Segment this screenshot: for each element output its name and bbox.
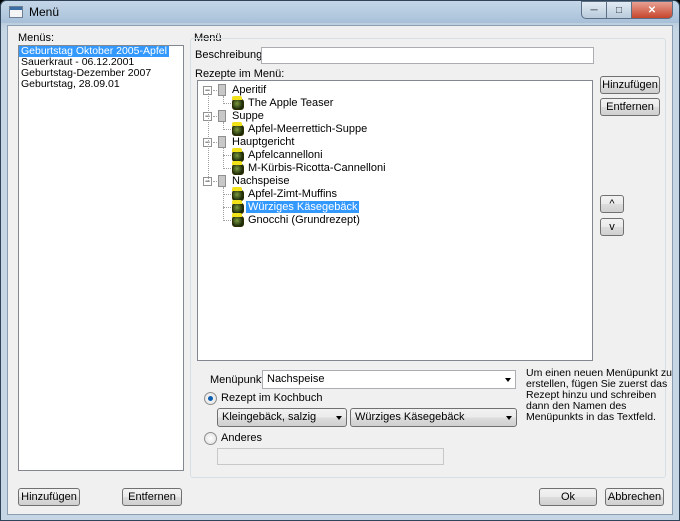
recipe-combobox[interactable]: Würziges Käsegebäck: [350, 408, 517, 427]
tree-category-label[interactable]: Hauptgericht: [232, 136, 294, 148]
recipe-icon: [232, 122, 244, 136]
radio-other[interactable]: [204, 432, 217, 445]
radio-cookbook[interactable]: [204, 392, 217, 405]
tree-connector: [208, 93, 209, 181]
description-label: Beschreibung:: [195, 49, 266, 61]
tree-connector: [213, 142, 217, 143]
category-value: Kleingebäck, salzig: [222, 411, 317, 423]
tree-recipe-label[interactable]: Apfelcannelloni: [248, 149, 323, 161]
description-input[interactable]: [261, 47, 594, 64]
menupunkt-value: Nachspeise: [267, 373, 325, 385]
ok-button[interactable]: Ok: [539, 488, 597, 506]
recipes-tree[interactable]: − Aperitif The Apple Teaser − Suppe Apfel-Mee…: [197, 80, 593, 361]
menu-list-item[interactable]: Geburtstag, 28.09.01: [19, 79, 183, 90]
tree-connector: [223, 187, 224, 221]
tree-connector: [213, 181, 217, 182]
close-icon[interactable]: ✕: [631, 1, 673, 19]
recipe-icon: [232, 213, 244, 227]
info-line: Menüpunkts in das Textfeld.: [526, 411, 656, 423]
recipe-icon: [232, 96, 244, 110]
chevron-down-icon: [506, 416, 512, 420]
minimize-icon[interactable]: ─: [581, 1, 607, 19]
chevron-down-icon: [505, 378, 511, 382]
caption-buttons: ─ □ ✕: [581, 1, 673, 19]
tree-category-label[interactable]: Suppe: [232, 110, 264, 122]
recipes-in-menu-label: Rezepte im Menü:: [195, 68, 285, 80]
tree-recipe-node[interactable]: The Apple Teaser: [248, 97, 333, 110]
info-text: Um einen neuen Menüpunkt zu erstellen, fü…: [526, 368, 672, 423]
tree-recipe-label[interactable]: M-Kürbis-Ricotta-Cannelloni: [248, 162, 386, 174]
tree-connector: [223, 129, 231, 130]
window-icon: [9, 6, 23, 18]
radio-other-label[interactable]: Anderes: [221, 432, 262, 444]
category-icon: [218, 175, 226, 187]
radio-cookbook-label[interactable]: Rezept im Kochbuch: [221, 392, 323, 404]
dialog-client-area: Menüs: Geburtstag Oktober 2005-Apfel Saue…: [7, 25, 673, 515]
category-icon: [218, 136, 226, 148]
menus-listbox[interactable]: Geburtstag Oktober 2005-Apfel Sauerkraut …: [18, 45, 184, 471]
category-icon: [218, 110, 226, 122]
window-title: Menü: [29, 5, 60, 19]
tree-recipe-node[interactable]: Apfelcannelloni: [248, 149, 323, 162]
tree-connector: [223, 103, 231, 104]
chevron-down-icon: [336, 416, 342, 420]
tree-recipe-node[interactable]: Apfel-Meerrettich-Suppe: [248, 123, 367, 136]
category-icon: [218, 84, 226, 96]
remove-menu-button[interactable]: Entfernen: [122, 488, 182, 506]
tree-recipe-label[interactable]: Apfel-Meerrettich-Suppe: [248, 123, 367, 135]
tree-connector: [213, 90, 217, 91]
cancel-button[interactable]: Abbrechen: [605, 488, 664, 506]
tree-connector: [223, 207, 231, 208]
move-down-button[interactable]: v: [600, 218, 624, 236]
tree-recipe-label[interactable]: Apfel-Zimt-Muffins: [248, 188, 337, 200]
tree-category-label[interactable]: Nachspeise: [232, 175, 289, 187]
menus-label: Menüs:: [18, 32, 55, 44]
tree-recipe-node[interactable]: M-Kürbis-Ricotta-Cannelloni: [248, 162, 386, 175]
maximize-icon[interactable]: □: [606, 1, 632, 19]
move-up-button[interactable]: ^: [600, 195, 624, 213]
tree-recipe-node[interactable]: Würziges Käsegebäck: [246, 201, 360, 214]
add-menu-button[interactable]: Hinzufügen: [18, 488, 80, 506]
category-combobox[interactable]: Kleingebäck, salzig: [217, 408, 347, 427]
remove-recipe-button[interactable]: Entfernen: [600, 98, 660, 116]
tree-recipe-node[interactable]: Apfel-Zimt-Muffins: [248, 188, 337, 201]
tree-recipe-label[interactable]: The Apple Teaser: [248, 97, 333, 109]
tree-connector: [223, 220, 231, 221]
tree-recipe-node[interactable]: Gnocchi (Grundrezept): [248, 214, 360, 227]
tree-connector: [223, 148, 224, 169]
tree-connector: [223, 194, 231, 195]
menu-dialog-window: Menü ─ □ ✕ Menüs: Geburtstag Oktober 200…: [0, 0, 680, 521]
tree-connector: [223, 168, 231, 169]
recipe-icon: [232, 161, 244, 175]
other-input[interactable]: [217, 448, 444, 465]
tree-connector: [223, 155, 231, 156]
menupunkt-combobox[interactable]: Nachspeise: [262, 370, 516, 389]
tree-recipe-label[interactable]: Würziges Käsegebäck: [246, 201, 360, 213]
add-recipe-button[interactable]: Hinzufügen: [600, 76, 660, 94]
tree-recipe-label[interactable]: Gnocchi (Grundrezept): [248, 214, 360, 226]
tree-category-label[interactable]: Aperitif: [232, 84, 266, 96]
tree-connector: [223, 122, 224, 130]
tree-connector: [213, 116, 217, 117]
recipe-value: Würziges Käsegebäck: [355, 411, 465, 423]
title-bar[interactable]: Menü ─ □ ✕: [1, 1, 679, 23]
menupunkt-label: Menüpunkt:: [210, 374, 268, 386]
tree-connector: [223, 96, 224, 104]
